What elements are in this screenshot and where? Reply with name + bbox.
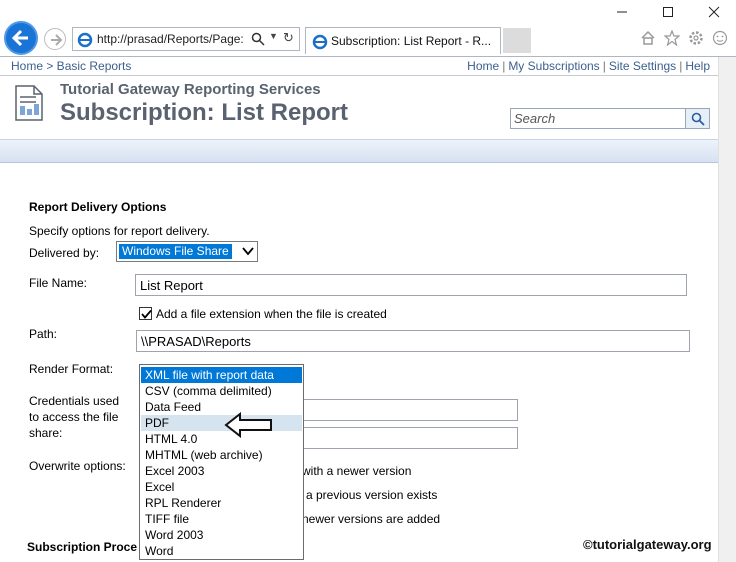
render-format-label: Render Format: [29,362,114,376]
search-icon[interactable] [251,32,265,46]
dropdown-icon[interactable]: ▼ [269,31,278,41]
top-links: Home | My Subscriptions | Site Settings | Help [467,59,710,73]
minimize-icon [617,11,627,13]
user-name-input[interactable] [300,399,518,421]
close-icon [708,6,720,18]
password-input[interactable] [300,427,518,449]
ie-logo-icon [312,34,328,50]
link-separator: | [602,59,606,73]
render-format-option[interactable]: XML file with report data [141,367,302,383]
overwrite-option-3[interactable]: newer versions are added [302,512,440,526]
link-site-settings[interactable]: Site Settings [609,59,676,73]
subscription-processing-label: Subscription Proce [27,540,138,554]
report-document-icon [15,85,43,121]
render-format-option[interactable]: PDF [141,415,302,431]
section-title: Report Delivery Options [29,200,167,214]
link-help[interactable]: Help [685,59,710,73]
credentials-label: Credentials used [29,394,120,408]
overwrite-option-2[interactable]: a previous version exists [306,488,437,502]
instructions-text: Specify options for report delivery. [29,224,210,238]
checkmark-icon [141,309,152,319]
toolbar-band [0,139,718,163]
forward-arrow-icon [51,34,63,46]
render-format-listbox[interactable]: XML file with report data CSV (comma del… [139,364,304,560]
add-extension-label: Add a file extension when the file is cr… [156,307,387,321]
render-format-option[interactable]: Word [141,543,302,559]
search-button[interactable] [686,108,710,129]
render-format-option[interactable]: TIFF file [141,511,302,527]
path-input[interactable]: \\PRASAD\Reports [136,330,690,352]
new-tab-button[interactable] [503,28,531,53]
delivered-by-select[interactable]: Windows File Share [116,241,258,262]
ie-logo-icon [77,32,93,48]
maximize-button[interactable] [645,2,691,28]
chevron-down-icon [242,247,254,256]
delivered-by-value: Windows File Share [119,244,232,259]
file-name-label: File Name: [29,276,88,290]
render-format-option[interactable]: CSV (comma delimited) [141,383,302,399]
page-header: Tutorial Gateway Reporting Services Subs… [0,77,718,137]
add-extension-checkbox[interactable] [139,307,152,320]
render-format-option[interactable]: Excel [141,479,302,495]
link-home[interactable]: Home [467,59,499,73]
site-name: Tutorial Gateway Reporting Services [60,81,321,98]
delivered-by-label: Delivered by: [29,246,100,260]
path-label: Path: [29,327,58,341]
close-button[interactable] [691,2,736,28]
maximize-icon [663,7,673,17]
minimize-button[interactable] [599,2,645,28]
breadcrumb[interactable]: Home > Basic Reports [11,59,131,73]
pointer-arrow-icon [224,412,272,438]
link-separator: | [502,59,506,73]
overwrite-options-label: Overwrite options: [29,459,126,473]
browser-tab[interactable]: Subscription: List Report - R... [305,27,501,54]
back-button[interactable] [4,21,38,55]
file-name-input[interactable]: List Report [135,274,687,296]
watermark: ©tutorialgateway.org [583,537,712,552]
forward-button[interactable] [44,28,66,50]
tab-title: Subscription: List Report - R... [331,34,492,48]
smiley-feedback-icon[interactable] [712,30,728,46]
home-icon[interactable] [640,30,656,46]
vertical-scrollbar[interactable] [718,57,736,562]
subscription-form: Report Delivery Options Specify options … [0,164,718,562]
search-input[interactable]: Search [510,108,686,129]
render-format-option[interactable]: Data Feed [141,399,302,415]
search-icon [691,112,705,126]
settings-gear-icon[interactable] [688,30,704,46]
link-separator: | [679,59,683,73]
render-format-option[interactable]: RPL Renderer [141,495,302,511]
render-format-option[interactable]: Word 2003 [141,527,302,543]
top-navigation-bar: Home > Basic Reports Home | My Subscriptio… [0,57,718,76]
page-title: Subscription: List Report [60,99,348,126]
favorites-star-icon[interactable] [664,30,680,46]
browser-chrome: http://prasad/Reports/Page: ▼ ↻ Subscrip… [0,0,736,57]
credentials-label: to access the file [29,410,119,424]
back-arrow-icon [11,29,28,47]
overwrite-option-1[interactable]: with a newer version [302,464,411,478]
address-url[interactable]: http://prasad/Reports/Page: [97,32,247,46]
refresh-icon[interactable]: ↻ [283,30,294,46]
render-format-option[interactable]: HTML 4.0 [141,431,302,447]
render-format-option[interactable]: MHTML (web archive) [141,447,302,463]
credentials-label: share: [29,426,63,440]
render-format-option[interactable]: Excel 2003 [141,463,302,479]
address-bar[interactable]: http://prasad/Reports/Page: ▼ ↻ [72,27,300,51]
link-my-subscriptions[interactable]: My Subscriptions [508,59,599,73]
